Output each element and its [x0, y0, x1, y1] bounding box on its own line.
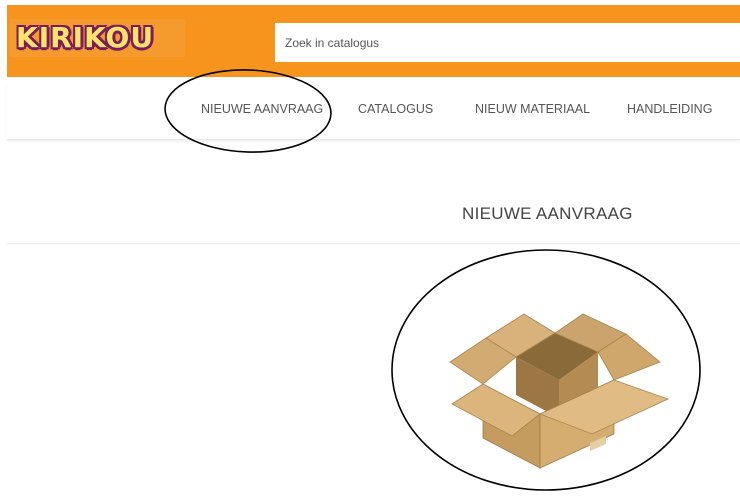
search-input[interactable]	[275, 23, 740, 62]
box-flap-front-right	[538, 379, 670, 435]
box-front-left	[482, 383, 541, 469]
nav-item-nieuw-materiaal[interactable]: NIEUW MATERIAAL	[475, 102, 590, 116]
nav-item-handleiding[interactable]: HANDLEIDING	[627, 102, 712, 116]
nav-item-nieuwe-aanvraag[interactable]: NIEUWE AANVRAAG	[201, 102, 323, 116]
box-inner-back	[516, 333, 598, 380]
page-title: NIEUWE AANVRAAG	[462, 204, 633, 223]
annotation-circle-box	[391, 249, 701, 491]
cardboard-box-icon[interactable]	[449, 313, 670, 469]
box-flap-left	[449, 337, 517, 385]
logo-text: KIRIKOU	[16, 21, 155, 54]
box-flap-back-left	[485, 313, 556, 358]
box-label-patch	[590, 436, 606, 451]
box-flap-front-left	[451, 383, 541, 437]
nav-item-catalogus[interactable]: CATALOGUS	[358, 102, 433, 116]
box-flap-right	[597, 333, 661, 381]
header-bar: KIRIKOU	[7, 5, 740, 77]
kirikou-logo[interactable]: KIRIKOU	[10, 19, 185, 57]
box-inner-left	[516, 357, 559, 418]
box-front-right	[539, 379, 615, 469]
box-inner-right	[559, 352, 598, 418]
box-flap-back-right	[554, 313, 627, 353]
content-divider	[7, 243, 740, 244]
main-navigation: NIEUWE AANVRAAG CATALOGUS NIEUW MATERIAA…	[7, 83, 740, 140]
